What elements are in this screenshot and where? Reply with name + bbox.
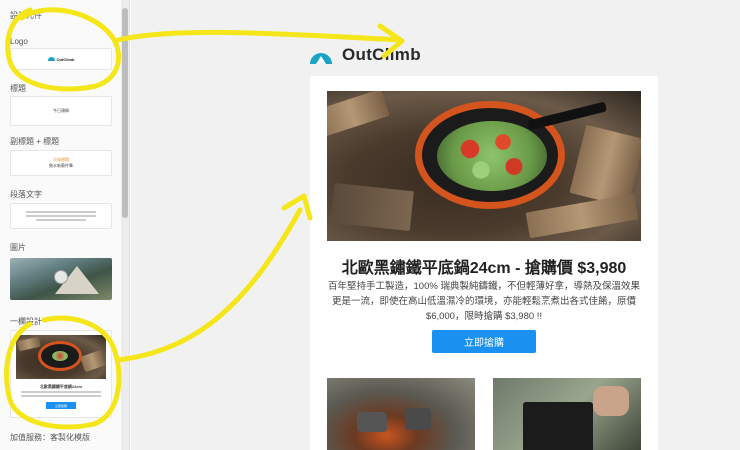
hand-graphic bbox=[593, 386, 629, 416]
wood-log bbox=[17, 336, 41, 352]
wood-log bbox=[330, 182, 414, 232]
sidebar-item-image[interactable] bbox=[10, 258, 112, 300]
sidebar-section-title: 設計元件 bbox=[10, 11, 42, 20]
logo-preview-text: OutClimb bbox=[56, 56, 75, 62]
sidebar-scroll-thumb[interactable] bbox=[122, 8, 128, 218]
component-sidebar: 設計元件 Logo OutClimb 標題 今日頭條 副標題 + 標題 次級標題… bbox=[0, 0, 130, 450]
sidebar-item-label-title: 標題 bbox=[10, 84, 26, 93]
email-body: 北歐黑鏽鐵平底鍋24cm - 搶購價 $3,980 百年堅持手工製造，100% … bbox=[310, 76, 658, 450]
sidebar-item-label-subtitle-title: 副標題 + 標題 bbox=[10, 137, 60, 146]
wood-log bbox=[525, 193, 639, 239]
brand-logo[interactable]: OutClimb bbox=[308, 42, 421, 68]
image-icon bbox=[54, 270, 68, 284]
one-column-preview-button: 立即搶購 bbox=[46, 402, 76, 409]
mountain-logo-icon bbox=[308, 42, 334, 68]
food-graphic bbox=[437, 121, 547, 191]
kettle-graphic bbox=[405, 408, 431, 430]
sidebar-item-label-one-column: 一欄設計 bbox=[10, 317, 42, 326]
paragraph-line bbox=[21, 391, 101, 393]
paragraph-line bbox=[21, 395, 101, 397]
sidebar-item-label-logo: Logo bbox=[10, 37, 28, 46]
product-description: 百年堅持手工製造，100% 瑞典製純鑄鐵，不但輕薄好拿，導熱及保溫效果更是一流，… bbox=[328, 281, 640, 322]
thumbnail-image-left[interactable] bbox=[327, 378, 475, 450]
sidebar-item-title[interactable]: 今日頭條 bbox=[10, 96, 112, 126]
sidebar-item-logo[interactable]: OutClimb bbox=[10, 48, 112, 70]
paragraph-line bbox=[26, 211, 96, 213]
product-headline: 北歐黑鏽鐵平底鍋24cm - 搶購價 $3,980 bbox=[341, 260, 627, 277]
thumbnail-image-right[interactable] bbox=[493, 378, 641, 450]
sidebar-item-label-image: 圖片 bbox=[10, 243, 26, 252]
title-preview-text: 今日頭條 bbox=[53, 108, 69, 113]
one-column-preview-headline: 北歐黑鑄鐵平底鍋24cm bbox=[39, 384, 83, 389]
food-graphic bbox=[52, 351, 68, 361]
sidebar-item-subtitle-title[interactable]: 次級標題 熱水新廢件筆 bbox=[10, 150, 112, 176]
sidebar-item-label-paragraph: 段落文字 bbox=[10, 190, 42, 199]
wood-log bbox=[327, 91, 390, 138]
brand-name: OutClimb bbox=[342, 45, 421, 64]
buy-now-button[interactable]: 立即搶購 bbox=[432, 330, 536, 353]
logo-mark-icon bbox=[47, 57, 55, 61]
sidebar-item-label-custom-template[interactable]: 加值服務：客製化模版 bbox=[10, 432, 90, 443]
sidebar-item-paragraph[interactable] bbox=[10, 203, 112, 229]
title-preview-text: 熱水新廢件筆 bbox=[49, 163, 73, 168]
paragraph-line bbox=[26, 215, 96, 217]
sidebar-item-one-column[interactable]: 北歐黑鑄鐵平底鍋24cm 立即搶購 bbox=[10, 330, 112, 418]
mug-graphic bbox=[523, 402, 593, 450]
paragraph-line bbox=[36, 219, 86, 221]
one-column-preview-button-label: 立即搶購 bbox=[54, 403, 67, 408]
wood-log bbox=[79, 349, 106, 373]
one-column-preview-image bbox=[16, 335, 106, 379]
kettle-graphic bbox=[357, 412, 387, 432]
sidebar-scrollbar[interactable] bbox=[121, 0, 129, 450]
hero-image[interactable] bbox=[327, 91, 641, 241]
